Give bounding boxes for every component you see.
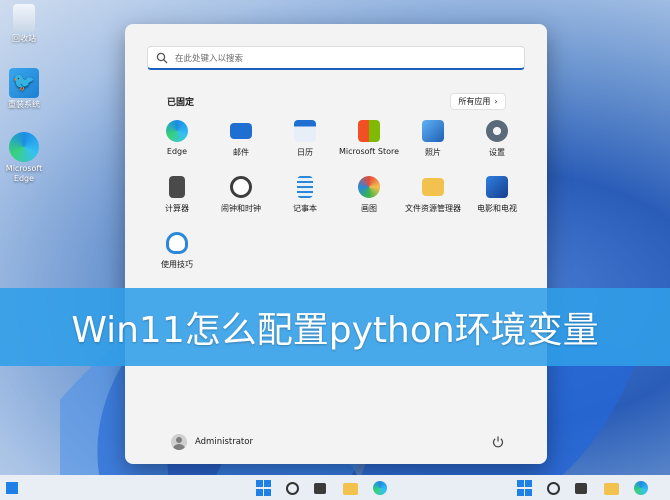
calendar-icon (294, 120, 316, 142)
app-settings[interactable]: 设置 (465, 120, 529, 158)
start-button-secondary[interactable] (517, 480, 533, 496)
notepad-icon (297, 176, 313, 198)
search-placeholder: 在此处键入以搜索 (175, 54, 244, 64)
gear-icon (486, 120, 508, 142)
start-menu: 在此处键入以搜索 已固定 所有应用 › Edge 邮件 日历 Microsoft… (125, 24, 547, 464)
desktop-icon-edge[interactable]: Microsoft Edge (2, 132, 46, 184)
app-label: Edge (166, 147, 188, 156)
app-label: 记事本 (293, 204, 317, 213)
desktop-icon-reinstall[interactable]: 🐦 重装系统 (2, 68, 46, 110)
clock-icon (230, 176, 252, 198)
app-label: 照片 (425, 148, 441, 157)
photos-icon (422, 120, 444, 142)
search-icon (156, 52, 168, 64)
store-icon (358, 120, 380, 142)
app-calculator[interactable]: 计算器 (145, 176, 209, 214)
app-file-explorer[interactable]: 文件资源管理器 (401, 176, 465, 214)
bird-app-icon: 🐦 (9, 68, 39, 98)
app-label: 日历 (297, 148, 313, 157)
start-button[interactable] (256, 480, 272, 496)
app-label: 画图 (361, 204, 377, 213)
edge-icon (9, 132, 39, 162)
user-name: Administrator (195, 437, 253, 447)
taskbar-edge-icon[interactable] (373, 481, 387, 495)
all-apps-button[interactable]: 所有应用 › (450, 93, 506, 110)
app-movies-tv[interactable]: 电影和电视 (465, 176, 529, 214)
app-mail[interactable]: 邮件 (209, 120, 273, 158)
avatar (171, 434, 187, 450)
app-label: 闹钟和时钟 (221, 204, 261, 213)
power-icon[interactable] (491, 435, 505, 449)
task-view-icon[interactable] (314, 483, 326, 494)
app-paint[interactable]: 画图 (337, 176, 401, 214)
taskbar-left-icon[interactable] (6, 482, 18, 494)
app-clock[interactable]: 闹钟和时钟 (209, 176, 273, 214)
taskbar (0, 475, 670, 500)
app-label: 设置 (489, 148, 505, 157)
taskbar-search-icon-secondary[interactable] (547, 482, 560, 495)
app-photos[interactable]: 照片 (401, 120, 465, 158)
tips-icon (166, 232, 188, 254)
app-label: 电影和电视 (477, 204, 517, 213)
app-label: 计算器 (165, 204, 189, 213)
banner-title: Win11怎么配置python环境变量 (71, 310, 599, 351)
desktop-icon-label: 重装系统 (8, 100, 40, 109)
chevron-right-icon: › (494, 97, 498, 106)
folder-icon (422, 178, 444, 196)
app-notepad[interactable]: 记事本 (273, 176, 337, 214)
app-store[interactable]: Microsoft Store (337, 120, 401, 156)
app-tips[interactable]: 使用技巧 (145, 232, 209, 270)
search-box[interactable]: 在此处键入以搜索 (147, 46, 525, 70)
app-label: 文件资源管理器 (405, 204, 461, 213)
edge-icon (166, 120, 188, 142)
title-banner: Win11怎么配置python环境变量 (0, 288, 670, 366)
taskbar-folder-icon[interactable] (343, 483, 358, 495)
app-label: 邮件 (233, 148, 249, 157)
desktop-icon-label: Microsoft Edge (5, 164, 43, 183)
user-account[interactable]: Administrator (171, 434, 253, 450)
calculator-icon (169, 176, 185, 198)
paint-icon (358, 176, 380, 198)
taskbar-search-icon[interactable] (286, 482, 299, 495)
taskbar-edge-icon-secondary[interactable] (634, 481, 648, 495)
desktop-icon-recycle-bin[interactable]: 回收站 (2, 4, 46, 44)
app-label: Microsoft Store (338, 147, 400, 156)
pinned-title: 已固定 (167, 98, 195, 108)
all-apps-label: 所有应用 (458, 97, 491, 106)
recycle-bin-icon (13, 4, 35, 32)
task-view-icon-secondary[interactable] (575, 483, 587, 494)
app-edge[interactable]: Edge (145, 120, 209, 156)
movies-icon (486, 176, 508, 198)
desktop-icon-label: 回收站 (12, 34, 36, 43)
mail-icon (230, 123, 252, 139)
taskbar-folder-icon-secondary[interactable] (604, 483, 619, 495)
app-calendar[interactable]: 日历 (273, 120, 337, 158)
app-label: 使用技巧 (161, 260, 193, 269)
